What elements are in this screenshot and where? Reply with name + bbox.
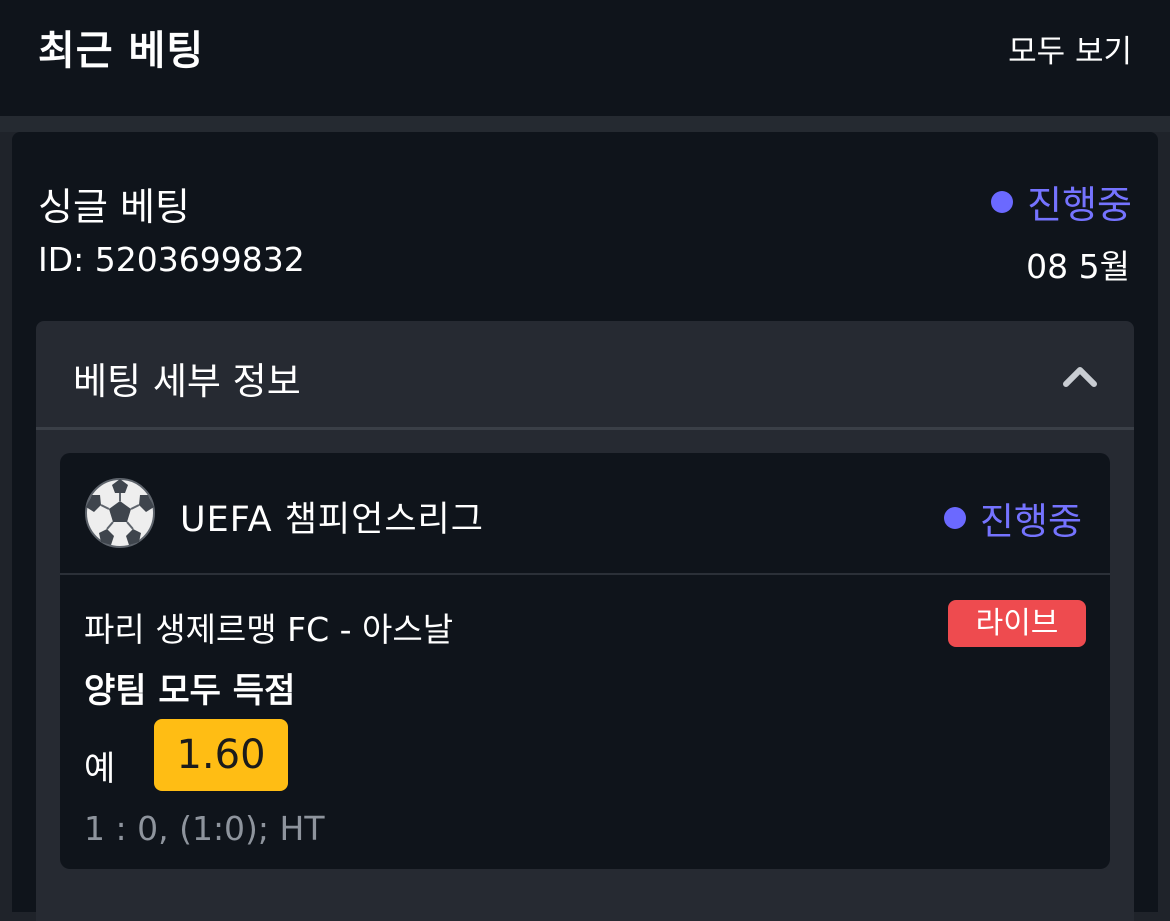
view-all-link[interactable]: 모두 보기 [1008, 26, 1132, 71]
event-card: UEFA 챔피언스리그 진행중 파리 생제르맹 FC - 아스날 라이브 양팀 … [60, 453, 1110, 869]
top-bar: 최근 베팅 모두 보기 [0, 0, 1170, 116]
league-name: UEFA 챔피언스리그 [180, 500, 484, 540]
bet-details-panel: 베팅 세부 정보 UEFA 챔피언스리그 진행중 파리 생제르맹 FC - 아스… [36, 321, 1134, 921]
event-status-text: 진행중 [979, 500, 1082, 543]
status-dot-icon [943, 507, 966, 529]
page-title: 최근 베팅 [38, 28, 205, 74]
score-info: 1 : 0, (1:0); HT [84, 809, 325, 848]
bet-card: 싱글 베팅 진행중 ID: 5203699832 08 5월 베팅 세부 정보 [12, 132, 1158, 921]
bet-status-text: 진행중 [1027, 183, 1132, 227]
chevron-up-icon[interactable] [1062, 357, 1098, 393]
odds-button[interactable]: 1.60 [154, 719, 288, 791]
bet-type-label: 싱글 베팅 [38, 185, 190, 229]
soccer-ball-icon [85, 478, 155, 548]
event-status: 진행중 [943, 491, 1082, 545]
selection-label: 예 [84, 749, 116, 789]
bet-date: 08 5월 [1026, 247, 1130, 286]
bet-details-toggle[interactable]: 베팅 세부 정보 [36, 321, 1134, 430]
section-divider [0, 116, 1170, 132]
league-row: UEFA 챔피언스리그 진행중 [60, 453, 1110, 575]
status-dot-icon [991, 190, 1014, 213]
bet-details-label: 베팅 세부 정보 [73, 360, 301, 403]
bet-status: 진행중 [991, 174, 1132, 229]
bet-id: ID: 5203699832 [38, 240, 305, 279]
live-badge: 라이브 [948, 600, 1086, 647]
match-name: 파리 생제르맹 FC - 아스날 [84, 610, 454, 649]
market-name: 양팀 모두 득점 [84, 671, 296, 711]
